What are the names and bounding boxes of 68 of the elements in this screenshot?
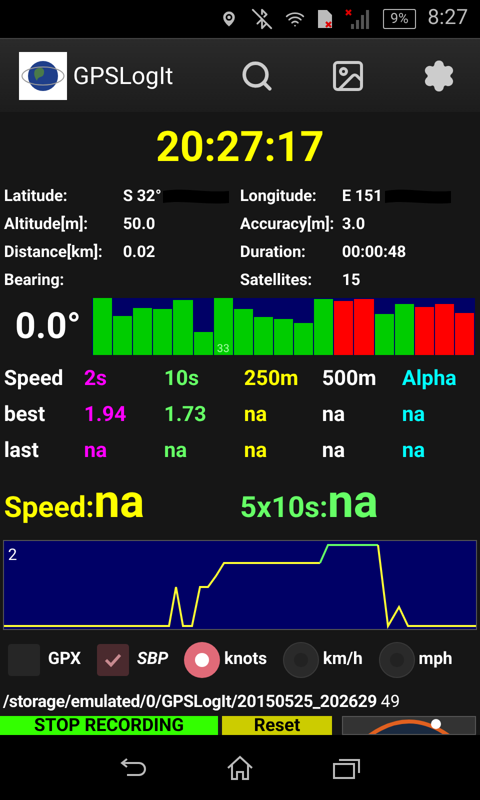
table-cell-text: 1.73 [164,402,208,430]
gauge-button[interactable] [342,716,476,735]
radio-button[interactable] [184,642,220,678]
summary-value: na [328,479,378,526]
table-cell-text: na [84,438,108,466]
table-header: Alpha [402,366,458,394]
info-label: Accuracy[m]: [240,213,336,235]
summary-label: Speed: [4,490,94,528]
home-icon[interactable] [226,754,254,780]
radio-button[interactable] [282,642,319,678]
table-cell-text: na [164,438,188,466]
table-header: Speed [4,366,64,394]
info-value: 00:00:48 [342,241,406,263]
sim-error-icon [317,9,334,29]
table-cell-text: na [402,438,426,466]
point-count: 49 [380,691,400,714]
checkbox-label: SBP [136,648,168,672]
info-label: Satellites: [240,269,313,291]
search-icon[interactable] [240,58,274,92]
app-title: GPSLogIt [73,60,174,92]
table-header: 2s [84,366,108,394]
table-header: 10s [164,366,200,394]
info-value: 50.0 [123,213,156,235]
table-cell-text: na [244,402,268,430]
checkmark-icon [104,653,122,667]
signal-icon [345,8,372,30]
info-value: 0.02 [123,241,156,263]
action-button[interactable]: Reset [222,716,332,735]
info-label: Duration: [240,241,307,263]
info-value: 15 [342,269,360,291]
table-header: 250m [244,366,300,394]
checkbox-label: GPX [48,648,81,672]
table-cell-text: 1.94 [84,402,128,430]
action-button[interactable]: STOP RECORDING [0,716,218,735]
table-cell-text: na [402,402,426,430]
info-label: Altitude[m]: [4,213,89,235]
battery-indicator: 9% [383,9,416,29]
info-value: S 32° [123,185,162,207]
summary-label: 5x10s: [240,490,328,528]
radio-label: mph [418,648,452,672]
clock-text: 8:27 [428,5,468,32]
row-label: last [4,438,40,466]
bluetooth-off-icon [251,8,274,30]
info-label: Distance[km]: [4,241,104,263]
settings-icon[interactable] [422,58,456,92]
time-display: 20:27:17 [156,122,324,174]
summary-value: na [94,479,144,526]
info-value: 3.0 [342,213,365,235]
recent-apps-icon[interactable] [332,756,361,778]
info-label: Bearing: [4,269,66,291]
file-path: /storage/emulated/0/GPSLogIt/20150525_202629 [3,691,377,714]
bearing-value: 0.0° [14,304,82,349]
globe-icon [19,52,67,100]
graph-scale-label: 2 [8,547,17,563]
info-label: Latitude: [4,185,68,207]
back-icon[interactable] [119,756,148,778]
radio-button[interactable] [378,642,415,678]
table-cell-text: na [322,402,346,430]
table-cell-text: na [244,438,268,466]
radio-label: knots [224,648,267,672]
row-label: best [4,402,46,430]
table-cell-text: na [322,438,346,466]
radio-label: km/h [322,648,363,672]
table-header: 500m [322,366,378,394]
checkbox[interactable] [96,644,129,676]
info-label: Longitude: [240,185,318,207]
satellite-number: 33 [217,342,230,354]
info-value: E 151 [342,185,383,207]
